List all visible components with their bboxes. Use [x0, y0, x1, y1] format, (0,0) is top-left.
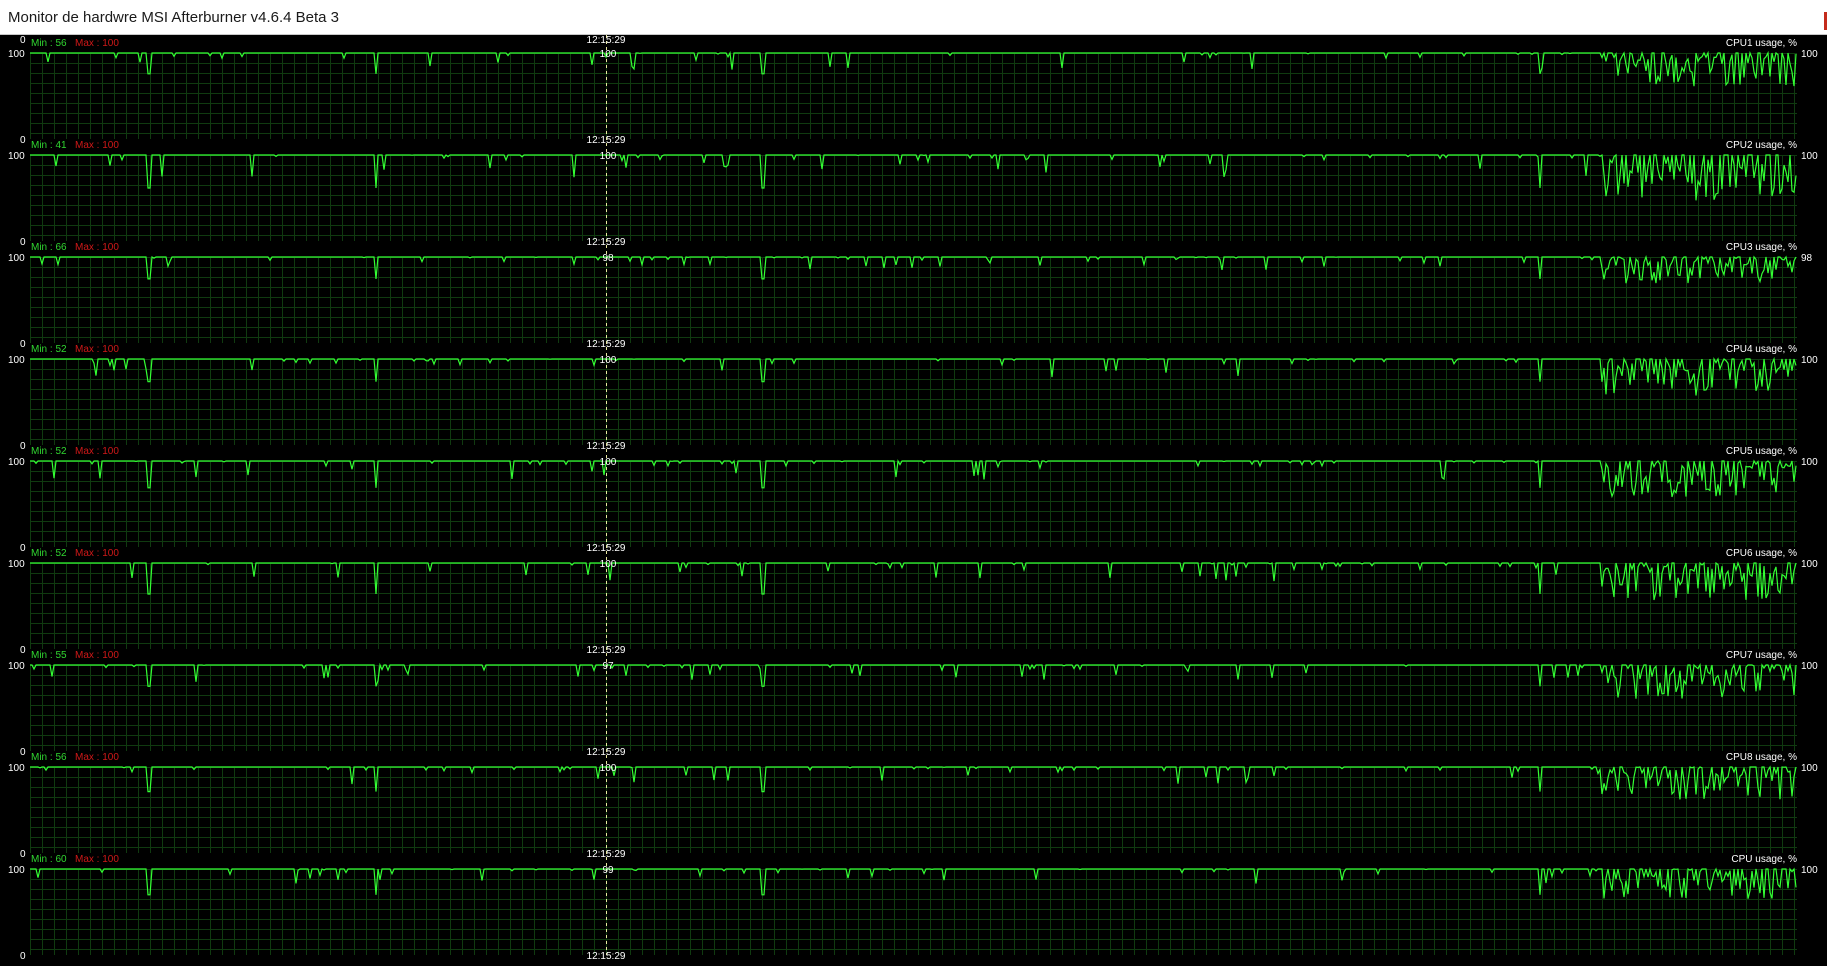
axis-bottom-label: 0: [20, 339, 26, 350]
graph-grid: [30, 359, 1797, 445]
graphs-canvas[interactable]: 100 0 Min : 56 Max : 100 CPU1 usage, % 100 100…: [0, 35, 1827, 966]
graph-min-label: Min : 52: [31, 446, 67, 457]
axis-bottom-label: 0: [20, 135, 26, 146]
graph-grid: [30, 563, 1797, 649]
graph-strip[interactable]: [30, 443, 1797, 547]
graph-strip[interactable]: [30, 137, 1797, 241]
graph-name-label: CPU3 usage, %: [1726, 242, 1797, 253]
axis-bottom-label: 0: [20, 747, 26, 758]
graph-min-label: Min : 56: [31, 752, 67, 763]
axis-bottom-label: 0: [20, 849, 26, 860]
axis-top-label: 100: [8, 763, 25, 774]
axis-top-label: 100: [8, 253, 25, 264]
graph-max-label: Max : 100: [75, 344, 119, 355]
cursor-value-label: 98: [602, 253, 614, 264]
graph-strip[interactable]: [30, 851, 1797, 955]
cursor-time-label: 12:15:29: [587, 35, 626, 46]
graph-name-label: CPU usage, %: [1731, 854, 1797, 865]
graph-max-label: Max : 100: [75, 548, 119, 559]
graph-grid: [30, 767, 1797, 853]
current-value-label: 100: [1801, 457, 1818, 468]
cursor-value-label: 100: [600, 151, 617, 162]
axis-top-label: 100: [8, 457, 25, 468]
graph-min-label: Min : 66: [31, 242, 67, 253]
graph-name-label: CPU4 usage, %: [1726, 344, 1797, 355]
graph-strip[interactable]: [30, 749, 1797, 853]
graph-max-label: Max : 100: [75, 140, 119, 151]
graph-max-label: Max : 100: [75, 242, 119, 253]
current-value-label: 100: [1801, 865, 1818, 876]
graph-max-label: Max : 100: [75, 446, 119, 457]
graph-min-label: Min : 41: [31, 140, 67, 151]
monitoring-graph-area[interactable]: 100 0 Min : 56 Max : 100 CPU1 usage, % 100 100…: [0, 35, 1827, 966]
graph-grid: [30, 461, 1797, 547]
graph-grid: [30, 665, 1797, 751]
graph-name-label: CPU6 usage, %: [1726, 548, 1797, 559]
graph-min-label: Min : 52: [31, 548, 67, 559]
cursor-value-label: 97: [602, 661, 614, 672]
graph-name-label: CPU5 usage, %: [1726, 446, 1797, 457]
cursor-time-label: 12:15:29: [587, 951, 626, 962]
current-value-label: 100: [1801, 763, 1818, 774]
graph-min-label: Min : 56: [31, 38, 67, 49]
current-value-label: 100: [1801, 49, 1818, 60]
axis-top-label: 100: [8, 559, 25, 570]
axis-top-label: 100: [8, 49, 25, 60]
current-value-label: 98: [1801, 253, 1813, 264]
graph-strip[interactable]: [30, 545, 1797, 649]
cursor-value-label: 100: [600, 457, 617, 468]
graph-strip[interactable]: [30, 647, 1797, 751]
graph-grid: [30, 53, 1797, 139]
cursor-value-label: 100: [600, 355, 617, 366]
current-value-label: 100: [1801, 355, 1818, 366]
graph-min-label: Min : 60: [31, 854, 67, 865]
cursor-value-label: 100: [600, 763, 617, 774]
current-value-label: 100: [1801, 559, 1818, 570]
graph-name-label: CPU7 usage, %: [1726, 650, 1797, 661]
graph-name-label: CPU8 usage, %: [1726, 752, 1797, 763]
axis-top-label: 100: [8, 355, 25, 366]
window-title: Monitor de hardwre MSI Afterburner v4.6.…: [8, 9, 340, 26]
graph-grid: [30, 155, 1797, 241]
current-value-label: 100: [1801, 661, 1818, 672]
cursor-value-label: 99: [602, 865, 614, 876]
axis-bottom-label: 0: [20, 35, 26, 46]
axis-bottom-label: 0: [20, 543, 26, 554]
graph-max-label: Max : 100: [75, 38, 119, 49]
graph-max-label: Max : 100: [75, 854, 119, 865]
graph-max-label: Max : 100: [75, 650, 119, 661]
graph-grid: [30, 869, 1797, 955]
axis-bottom-label: 0: [20, 237, 26, 248]
graph-strip[interactable]: [30, 35, 1797, 139]
axis-bottom-label: 0: [20, 951, 26, 962]
cursor-value-label: 100: [600, 559, 617, 570]
graph-name-label: CPU2 usage, %: [1726, 140, 1797, 151]
graph-min-label: Min : 52: [31, 344, 67, 355]
axis-bottom-label: 0: [20, 645, 26, 656]
graph-min-label: Min : 55: [31, 650, 67, 661]
graph-strip[interactable]: [30, 341, 1797, 445]
title-bar[interactable]: Monitor de hardwre MSI Afterburner v4.6.…: [0, 0, 1827, 35]
current-value-label: 100: [1801, 151, 1818, 162]
graph-strip[interactable]: [30, 239, 1797, 343]
graph-grid: [30, 257, 1797, 343]
graph-max-label: Max : 100: [75, 752, 119, 763]
axis-top-label: 100: [8, 151, 25, 162]
axis-bottom-label: 0: [20, 441, 26, 452]
axis-top-label: 100: [8, 865, 25, 876]
graph-name-label: CPU1 usage, %: [1726, 38, 1797, 49]
axis-top-label: 100: [8, 661, 25, 672]
cursor-value-label: 100: [600, 49, 617, 60]
